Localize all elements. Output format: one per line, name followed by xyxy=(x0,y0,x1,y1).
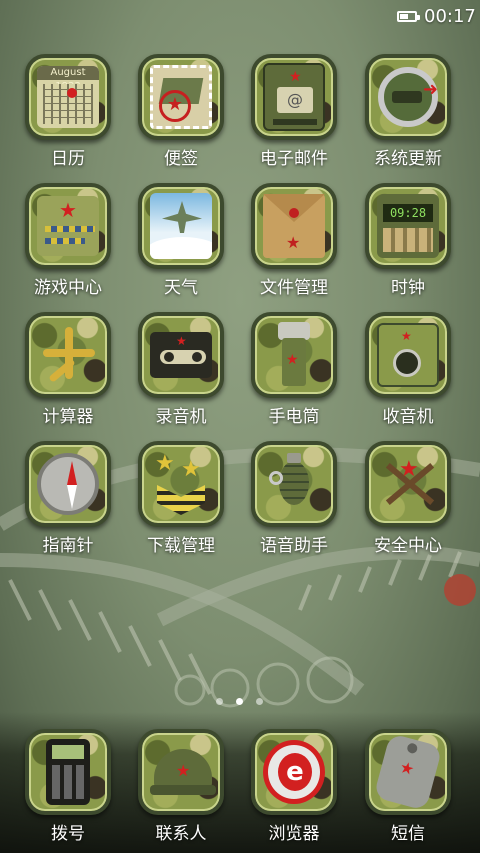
app-label: 游戏中心 xyxy=(34,278,102,298)
clock-bomb-icon[interactable]: 09:28 xyxy=(365,183,451,269)
app-label: 文件管理 xyxy=(260,278,328,298)
walkie-talkie-icon[interactable] xyxy=(25,729,111,815)
app-label: 便签 xyxy=(164,149,198,169)
rank-chevron-icon[interactable]: ★ ★ xyxy=(138,441,224,527)
app-radio[interactable]: ★ 收音机 xyxy=(352,312,462,432)
app-calendar[interactable]: August 1933 日历 xyxy=(12,54,122,174)
app-label: 指南针 xyxy=(42,536,94,556)
app-label: 日历 xyxy=(51,149,85,169)
app-label: 浏览器 xyxy=(268,824,320,844)
notes-stamp-icon[interactable]: ★ xyxy=(138,54,224,140)
compass-icon[interactable] xyxy=(25,441,111,527)
app-mailbox[interactable]: ★ @ 电子邮件 xyxy=(238,54,348,174)
app-security-rifles[interactable]: ★ 安全中心 xyxy=(352,441,462,561)
app-label: 语音助手 xyxy=(260,536,328,556)
app-label: 计算器 xyxy=(42,407,94,427)
status-clock: 00:17 xyxy=(424,6,476,27)
battery-icon xyxy=(397,11,420,22)
page-dot[interactable] xyxy=(256,698,263,705)
app-game-center[interactable]: ★ 游戏中心 xyxy=(12,183,122,303)
app-dog-tag[interactable]: ★ 短信 xyxy=(352,729,462,849)
security-rifles-icon[interactable]: ★ xyxy=(365,441,451,527)
app-walkie-talkie[interactable]: 拨号 xyxy=(12,729,122,849)
app-rank-chevron[interactable]: ★ ★ 下载管理 xyxy=(125,441,235,561)
app-system-update[interactable]: ➜ 系统更新 xyxy=(352,54,462,174)
dog-tag-icon[interactable]: ★ xyxy=(365,729,451,815)
mailbox-icon[interactable]: ★ @ xyxy=(251,54,337,140)
calendar-icon[interactable]: August 1933 xyxy=(25,54,111,140)
app-weather-jet[interactable]: 天气 xyxy=(125,183,235,303)
app-calculator-bullets[interactable]: 计算器 xyxy=(12,312,122,432)
radio-icon[interactable]: ★ xyxy=(365,312,451,398)
app-cassette[interactable]: ★ 录音机 xyxy=(125,312,235,432)
app-label: 收音机 xyxy=(382,407,434,427)
app-clock-bomb[interactable]: 09:28 时钟 xyxy=(352,183,462,303)
app-label: 电子邮件 xyxy=(260,149,328,169)
calculator-bullets-icon[interactable] xyxy=(25,312,111,398)
game-center-icon[interactable]: ★ xyxy=(25,183,111,269)
file-envelope-icon[interactable]: ★ xyxy=(251,183,337,269)
app-browser-e[interactable]: e 浏览器 xyxy=(238,729,348,849)
cassette-icon[interactable]: ★ xyxy=(138,312,224,398)
app-label: 下载管理 xyxy=(147,536,215,556)
helmet-icon[interactable]: ★ xyxy=(138,729,224,815)
app-label: 录音机 xyxy=(155,407,207,427)
app-grenade[interactable]: 语音助手 xyxy=(238,441,348,561)
app-label: 短信 xyxy=(391,824,425,844)
app-label: 时钟 xyxy=(391,278,425,298)
grenade-icon[interactable] xyxy=(251,441,337,527)
app-label: 系统更新 xyxy=(374,149,442,169)
status-bar: 00:17 xyxy=(0,0,480,34)
app-label: 手电筒 xyxy=(268,407,320,427)
app-flashlight[interactable]: ★ 手电筒 xyxy=(238,312,348,432)
system-update-icon[interactable]: ➜ xyxy=(365,54,451,140)
app-label: 拨号 xyxy=(51,824,85,844)
app-label: 联系人 xyxy=(155,824,207,844)
page-dot-current[interactable] xyxy=(236,698,243,705)
flashlight-icon[interactable]: ★ xyxy=(251,312,337,398)
app-compass[interactable]: 指南针 xyxy=(12,441,122,561)
app-helmet[interactable]: ★ 联系人 xyxy=(125,729,235,849)
page-indicator xyxy=(0,698,480,708)
page-dot[interactable] xyxy=(216,698,223,705)
browser-e-icon[interactable]: e xyxy=(251,729,337,815)
app-notes-stamp[interactable]: ★ 便签 xyxy=(125,54,235,174)
weather-jet-icon[interactable] xyxy=(138,183,224,269)
app-label: 安全中心 xyxy=(374,536,442,556)
app-label: 天气 xyxy=(164,278,198,298)
app-file-envelope[interactable]: ★ 文件管理 xyxy=(238,183,348,303)
